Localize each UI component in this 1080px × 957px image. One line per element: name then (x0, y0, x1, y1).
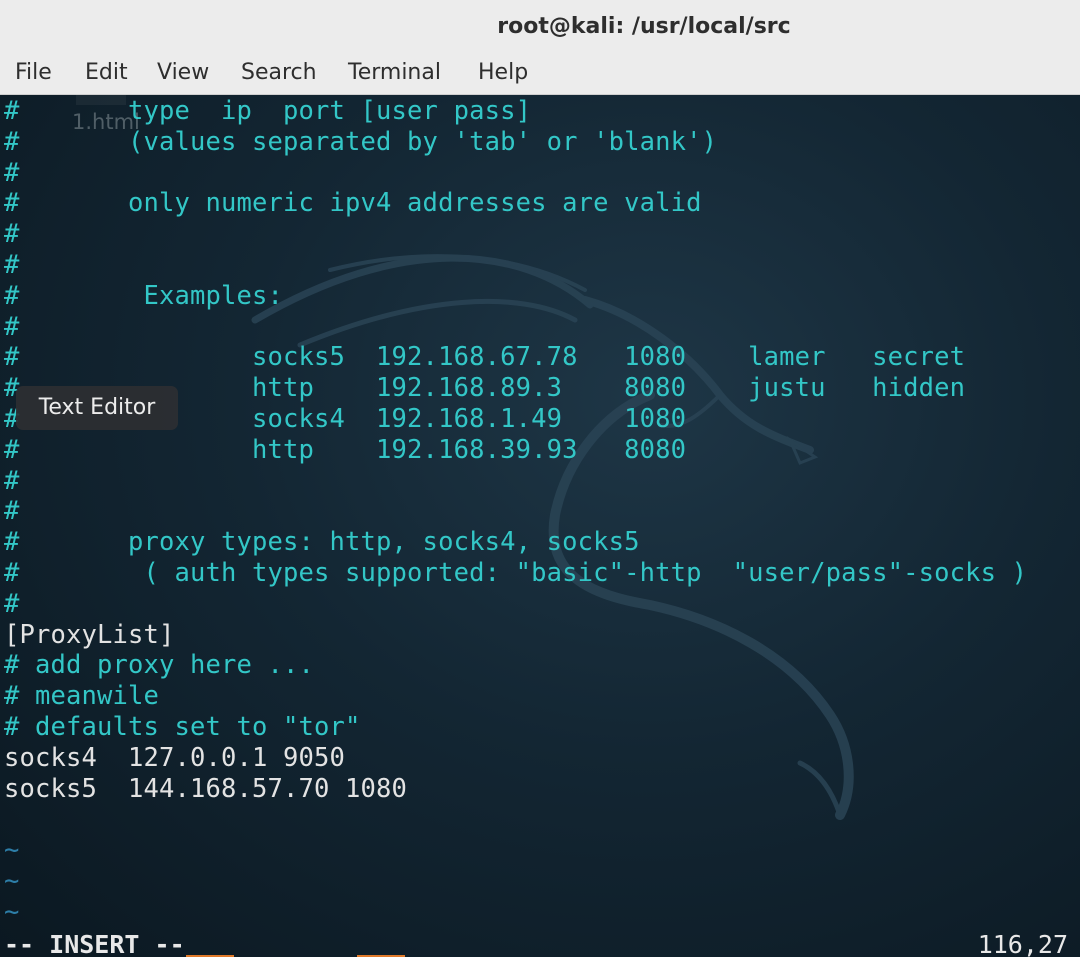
window-title: root@kali: /usr/local/src (497, 13, 791, 39)
editor-line: # type ip port [user pass] (4, 96, 532, 126)
cursor-position: 116,27 (977, 930, 1068, 957)
editor-line: # add proxy here ... (4, 650, 315, 681)
menu-search[interactable]: Search (241, 60, 317, 85)
editor-line: # (4, 465, 20, 496)
editor-line: # (4, 250, 20, 280)
empty-line-marker: ~ (4, 896, 20, 927)
editor-line: # socks5 192.168.67.78 1080 lamer secret (4, 342, 966, 373)
menu-terminal[interactable]: Terminal (348, 60, 441, 85)
menu-file[interactable]: File (15, 60, 52, 85)
kali-dragon-watermark (251, 254, 854, 820)
vim-mode-indicator: -- INSERT -- (4, 930, 185, 957)
terminal-area[interactable]: 1.html # type ip port [user pass] # (valu… (0, 95, 1080, 957)
editor-line: # ( auth types supported: "basic"-http "… (4, 558, 1028, 588)
editor-line: [ProxyList] (4, 619, 175, 650)
editor-line: # Examples: (4, 280, 284, 311)
text-editor-tooltip: Text Editor (16, 386, 178, 430)
empty-line-marker: ~ (4, 866, 20, 896)
editor-line: # only numeric ipv4 addresses are valid (4, 188, 702, 219)
menu-help[interactable]: Help (478, 60, 528, 85)
editor-line: # (4, 496, 20, 527)
empty-line-marker: ~ (4, 835, 20, 866)
editor-line: # defaults set to "tor" (4, 712, 361, 742)
editor-line: # meanwile (4, 681, 160, 712)
editor-line: socks4 127.0.0.1 9050 (4, 742, 346, 773)
editor-line: # (values separated by 'tab' or 'blank') (4, 126, 718, 157)
menu-edit[interactable]: Edit (85, 60, 128, 85)
editor-line: # proxy types: http, socks4, socks5 (4, 527, 640, 558)
editor-line: # (4, 311, 20, 342)
editor-line: # (4, 157, 20, 188)
editor-line: socks5 144.168.57.70 1080 (4, 773, 408, 804)
editor-line: # http 192.168.39.93 8080 (4, 434, 687, 465)
menu-bar: File Edit View Search Terminal Help (0, 52, 1080, 95)
editor-line: # (4, 588, 20, 619)
editor-line: # (4, 219, 20, 250)
menu-view[interactable]: View (157, 60, 209, 85)
window-titlebar[interactable]: root@kali: /usr/local/src (0, 0, 1080, 52)
